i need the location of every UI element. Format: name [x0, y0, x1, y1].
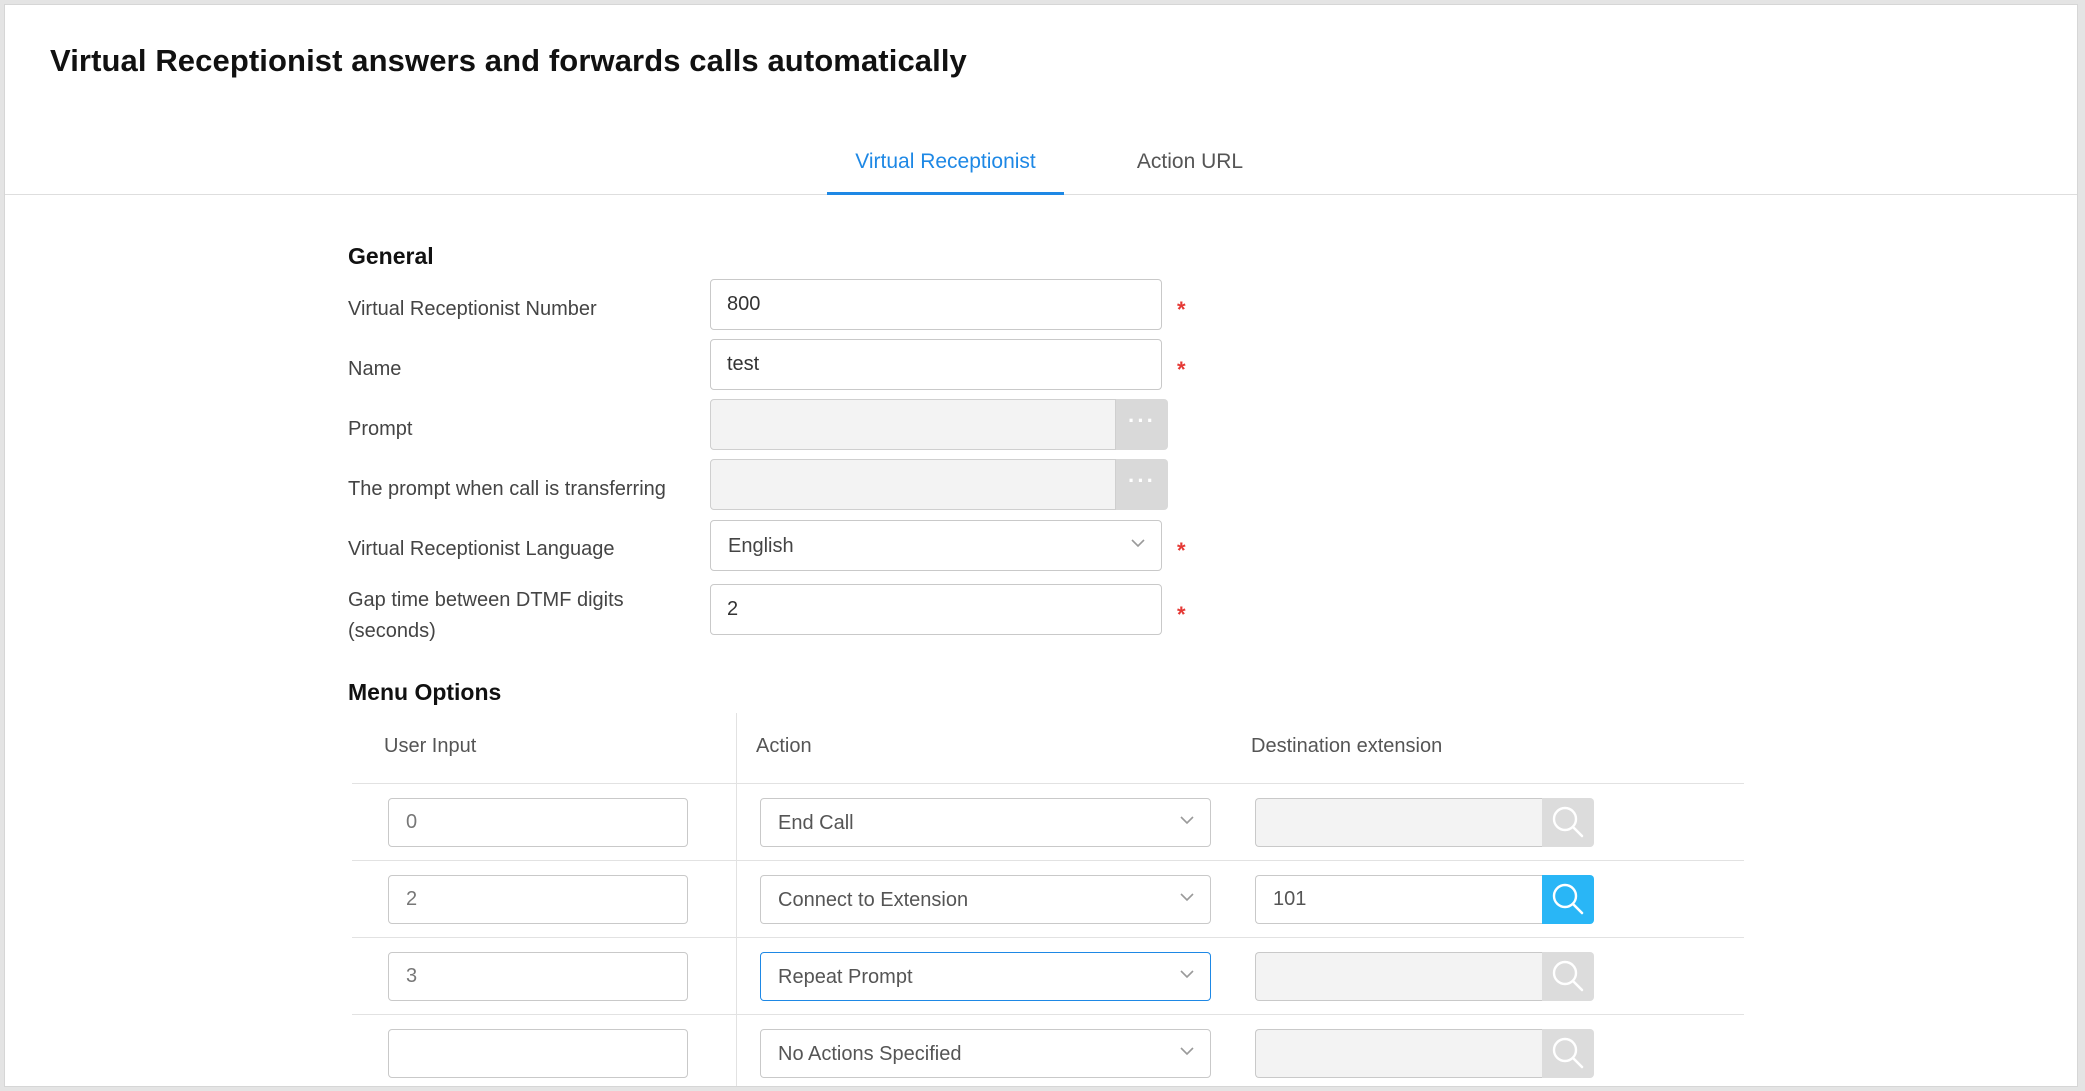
- destination-field[interactable]: [1255, 1029, 1542, 1078]
- number-input[interactable]: 800: [710, 279, 1162, 330]
- destination-field[interactable]: [1255, 798, 1542, 847]
- action-value: Connect to Extension: [778, 889, 969, 911]
- prompt-label: Prompt: [348, 418, 413, 440]
- user-input-field[interactable]: 0: [388, 798, 688, 847]
- column-header-action: Action: [756, 735, 812, 757]
- row-divider: [352, 1014, 1744, 1015]
- column-header-destination: Destination extension: [1251, 735, 1443, 757]
- transfer-prompt-more-icon[interactable]: ···: [1116, 459, 1168, 510]
- required-marker: *: [1177, 538, 1186, 563]
- user-input-field[interactable]: 2: [388, 875, 688, 924]
- number-label: Virtual Receptionist Number: [348, 298, 597, 320]
- destination-field[interactable]: 101: [1255, 875, 1542, 924]
- tab-bar: Virtual Receptionist Action URL: [5, 137, 2077, 195]
- chevron-down-icon: [1180, 970, 1194, 979]
- action-value: Repeat Prompt: [778, 966, 913, 988]
- menu-options-heading: Menu Options: [348, 679, 502, 705]
- virtual-receptionist-panel: Virtual Receptionist answers and forward…: [4, 4, 2078, 1087]
- action-value: End Call: [778, 812, 854, 834]
- action-value: No Actions Specified: [778, 1043, 962, 1065]
- destination-field[interactable]: [1255, 952, 1542, 1001]
- chevron-down-icon: [1131, 539, 1145, 548]
- search-icon[interactable]: [1542, 798, 1594, 847]
- name-input[interactable]: test: [710, 339, 1162, 390]
- search-icon[interactable]: [1542, 952, 1594, 1001]
- search-icon[interactable]: [1542, 875, 1594, 924]
- user-input-field[interactable]: 3: [388, 952, 688, 1001]
- row-divider: [352, 783, 1744, 784]
- name-label: Name: [348, 358, 402, 380]
- required-marker: *: [1177, 297, 1186, 322]
- page-title: Virtual Receptionist answers and forward…: [50, 43, 967, 78]
- user-input-field[interactable]: [388, 1029, 688, 1078]
- search-icon[interactable]: [1542, 1029, 1594, 1078]
- language-label: Virtual Receptionist Language: [348, 538, 615, 560]
- tab-action-url[interactable]: Action URL: [1110, 137, 1270, 195]
- prompt-more-icon[interactable]: ···: [1116, 399, 1168, 450]
- row-divider: [352, 937, 1744, 938]
- action-select[interactable]: Repeat Prompt: [760, 952, 1211, 1001]
- column-header-user-input: User Input: [384, 735, 477, 757]
- required-marker: *: [1177, 602, 1186, 627]
- dtmf-gap-input[interactable]: 2: [710, 584, 1162, 635]
- dtmf-gap-label-line1: Gap time between DTMF digits: [348, 589, 624, 611]
- language-value: English: [728, 535, 794, 557]
- action-select[interactable]: No Actions Specified: [760, 1029, 1211, 1078]
- column-divider: [736, 713, 737, 1086]
- row-divider: [352, 860, 1744, 861]
- action-select[interactable]: Connect to Extension: [760, 875, 1211, 924]
- tab-virtual-receptionist[interactable]: Virtual Receptionist: [827, 137, 1064, 195]
- chevron-down-icon: [1180, 816, 1194, 825]
- general-heading: General: [348, 243, 434, 269]
- required-marker: *: [1177, 357, 1186, 382]
- chevron-down-icon: [1180, 893, 1194, 902]
- prompt-field[interactable]: [710, 399, 1116, 450]
- transfer-prompt-label: The prompt when call is transferring: [348, 478, 666, 500]
- language-select[interactable]: English: [710, 520, 1162, 571]
- action-select[interactable]: End Call: [760, 798, 1211, 847]
- dtmf-gap-label-line2: (seconds): [348, 620, 436, 642]
- chevron-down-icon: [1180, 1047, 1194, 1056]
- transfer-prompt-field[interactable]: [710, 459, 1116, 510]
